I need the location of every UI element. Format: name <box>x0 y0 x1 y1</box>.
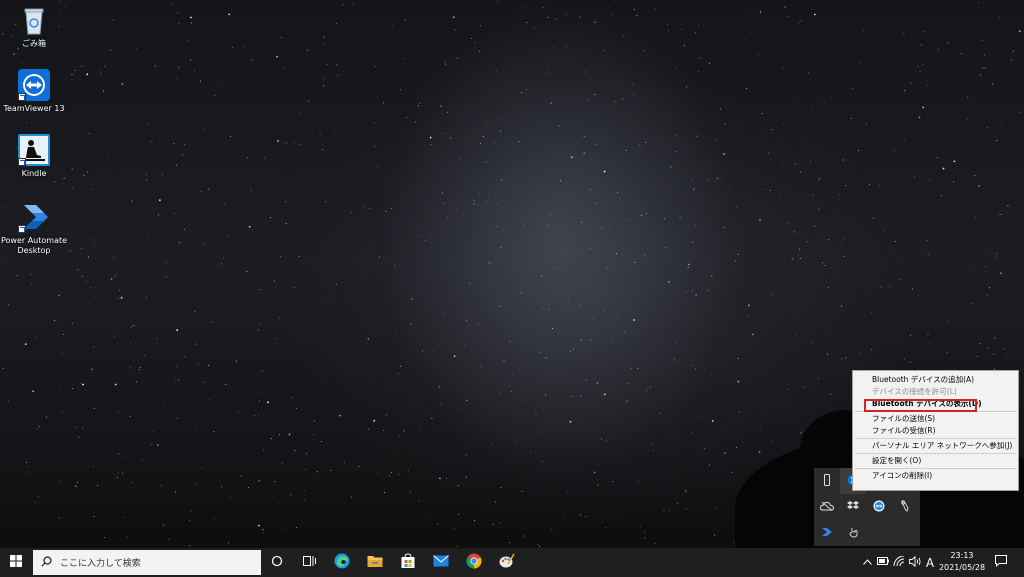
bluetooth-context-menu: Bluetooth デバイスの追加(A) デバイスの接続を許可(L) Bluet… <box>852 370 1019 491</box>
dropbox-icon <box>847 500 859 514</box>
taskbar-clock[interactable]: 23:13 2021/05/28 <box>934 550 990 574</box>
menu-item-send-file[interactable]: ファイルの送信(S) <box>853 413 1018 425</box>
tray-network[interactable] <box>892 548 906 577</box>
desktop-icon-teamviewer[interactable]: TeamViewer 13 <box>0 69 68 114</box>
taskbar-app-paint[interactable] <box>491 548 523 577</box>
menu-item-remove-icon[interactable]: アイコンの削除(I) <box>853 470 1018 482</box>
usb-drive-icon <box>822 473 832 489</box>
wifi-icon <box>893 555 905 570</box>
menu-item-open-settings[interactable]: 設定を開く(O) <box>853 455 1018 467</box>
start-button[interactable] <box>0 548 32 577</box>
shortcut-arrow-icon <box>18 93 26 101</box>
edge-icon <box>334 553 350 572</box>
store-bag-icon <box>400 553 416 572</box>
tray-battery[interactable] <box>876 548 890 577</box>
taskbar-app-explorer[interactable] <box>359 548 391 577</box>
taskbar-search-box[interactable]: ここに入力して検索 <box>33 550 261 575</box>
desktop-icon-label: Power Automate Desktop <box>0 236 68 255</box>
taskbar-app-edge[interactable] <box>326 548 358 577</box>
desktop-icon-kindle[interactable]: Kindle <box>0 134 68 179</box>
teamviewer-icon <box>18 69 50 101</box>
folder-icon <box>367 554 383 571</box>
clock-time: 23:13 <box>950 551 974 560</box>
annotation-highlight-box <box>864 399 977 412</box>
desktop-icon-label: ごみ箱 <box>22 39 46 48</box>
taskbar-app-store[interactable] <box>392 548 424 577</box>
battery-icon <box>877 557 889 568</box>
onedrive-offline-icon <box>819 501 835 514</box>
tray-icon-teamviewer[interactable] <box>866 494 892 520</box>
cortana-circle-icon <box>271 555 283 570</box>
shortcut-arrow-icon <box>18 225 26 233</box>
menu-item-allow-device-connect: デバイスの接続を許可(L) <box>872 387 957 396</box>
menu-item-add-bluetooth-device[interactable]: Bluetooth デバイスの追加(A) <box>853 374 1018 386</box>
windows-ink-icon <box>899 500 911 515</box>
tray-icon-onedrive[interactable] <box>814 494 840 520</box>
speaker-icon <box>908 555 922 570</box>
show-hidden-icons-button[interactable] <box>860 548 874 577</box>
taskbar-app-mail[interactable] <box>425 548 457 577</box>
menu-separator <box>855 438 1016 439</box>
search-icon <box>41 555 52 570</box>
touch-keyboard-icon <box>847 526 859 541</box>
search-placeholder: ここに入力して検索 <box>60 559 141 569</box>
tray-icon-touch[interactable] <box>840 520 866 546</box>
chrome-icon <box>466 553 482 572</box>
paint-palette-icon <box>499 553 515 572</box>
desktop-icon-power-automate[interactable]: Power Automate Desktop <box>0 201 68 256</box>
task-view-icon <box>302 555 316 570</box>
notification-icon <box>995 555 1007 570</box>
task-view-button[interactable] <box>293 548 325 577</box>
tray-empty <box>866 520 892 546</box>
tray-icon-dropbox[interactable] <box>840 494 866 520</box>
cortana-button[interactable] <box>261 548 293 577</box>
menu-separator <box>855 453 1016 454</box>
clock-date: 2021/05/28 <box>938 563 986 572</box>
chevron-up-icon <box>862 558 872 568</box>
action-center-button[interactable] <box>990 548 1012 577</box>
shortcut-arrow-icon <box>18 158 26 166</box>
taskbar: ここに入力して検索 A 23:13 2021/05/28 <box>0 548 1024 577</box>
taskbar-app-chrome[interactable] <box>458 548 490 577</box>
power-automate-icon <box>18 201 50 233</box>
mail-icon <box>433 555 449 570</box>
menu-item-join-pan[interactable]: パーソナル エリア ネットワークへ参加(J) <box>853 440 1018 452</box>
menu-item-receive-file[interactable]: ファイルの受信(R) <box>853 425 1018 437</box>
tray-icon-pen[interactable] <box>892 494 918 520</box>
tray-volume[interactable] <box>908 548 922 577</box>
teamviewer-icon <box>873 500 885 515</box>
tray-empty <box>892 520 918 546</box>
tray-icon-usb[interactable] <box>814 468 840 494</box>
tray-icon-power-automate[interactable] <box>814 520 840 546</box>
power-automate-icon <box>821 527 833 540</box>
desktop-icon-label: Kindle <box>21 169 47 178</box>
desktop-icon-label: TeamViewer 13 <box>3 104 65 113</box>
windows-logo-icon <box>10 555 22 570</box>
kindle-icon <box>18 134 50 166</box>
recycle-bin-icon <box>18 4 50 36</box>
desktop-icon-recycle-bin[interactable]: ごみ箱 <box>0 4 68 49</box>
menu-separator <box>855 468 1016 469</box>
